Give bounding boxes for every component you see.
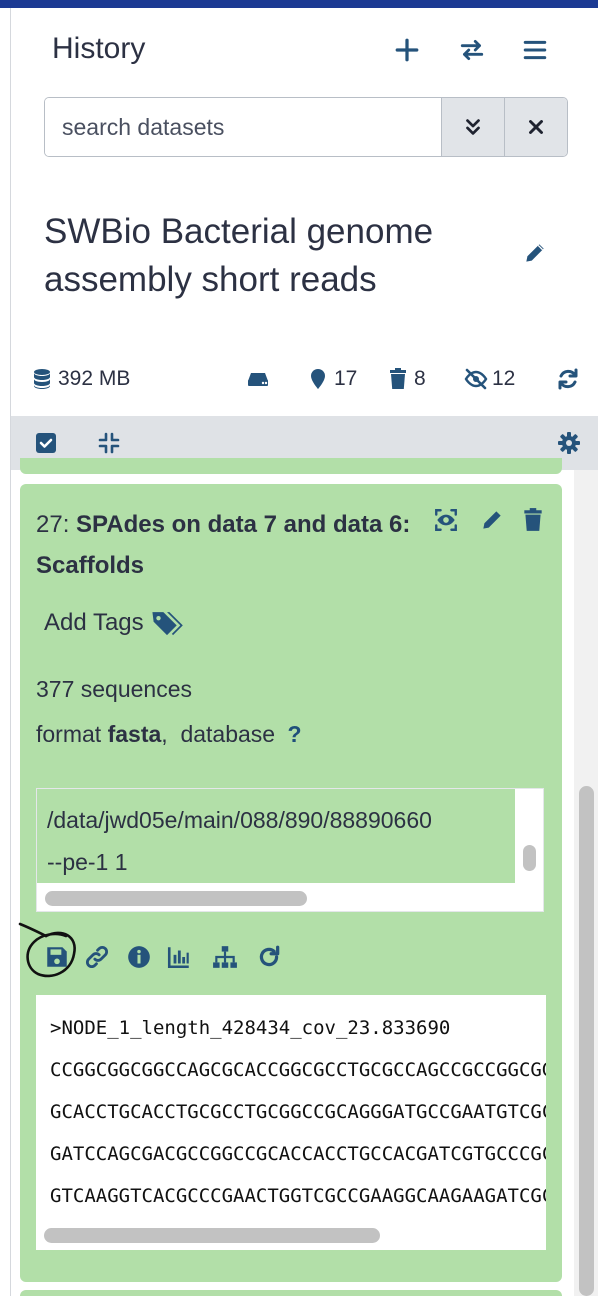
panel-left-border <box>10 8 11 1296</box>
dataset-details-button[interactable] <box>122 940 156 974</box>
storage-dashboard-button[interactable] <box>246 362 274 396</box>
plus-icon <box>395 38 419 62</box>
dataset-sequences: 377 sequences <box>36 676 193 702</box>
bars-icon <box>523 40 547 60</box>
history-stats: 392 MB 17 8 12 <box>30 362 590 396</box>
hdd-icon <box>248 373 268 386</box>
hidden-count-button[interactable]: 12 <box>464 362 515 396</box>
command-line-2: --pe-1 1 <box>47 849 128 875</box>
rerun-job-button[interactable] <box>252 940 286 974</box>
format-label: format <box>36 721 102 747</box>
next-dataset-item[interactable] <box>20 1290 562 1296</box>
database-icon <box>34 369 50 389</box>
exchange-icon <box>460 39 484 61</box>
peek-line: GTCAAGGTCACGCCCGAACTGGTCGCCGAAGGCAAGAAGA… <box>50 1185 546 1207</box>
redo-icon <box>259 945 280 967</box>
save-icon <box>47 947 67 967</box>
history-options-button[interactable] <box>515 30 555 70</box>
pencil-icon <box>526 244 544 262</box>
add-tags-button[interactable]: Add Tags <box>44 608 184 638</box>
peek-horizontal-scrollbar[interactable] <box>44 1228 380 1243</box>
download-dataset-button[interactable] <box>40 940 74 974</box>
history-size-value: 392 MB <box>58 367 131 390</box>
copy-link-button[interactable] <box>80 940 114 974</box>
peek-line: >NODE_1_length_428434_cov_23.833690 <box>50 1017 451 1039</box>
compress-icon <box>98 432 120 454</box>
history-size[interactable]: 392 MB <box>30 362 130 396</box>
peek-line: GCACCTGCACCTGCGCCTGCGGCCGCAGGGATGCCGAATG… <box>50 1101 546 1123</box>
edit-dataset-button[interactable] <box>476 504 508 536</box>
chart-bar-icon <box>167 947 189 969</box>
history-name: SWBio Bacterial genome assembly short re… <box>44 212 434 299</box>
pencil-icon <box>483 511 501 529</box>
search-datasets-input[interactable] <box>45 98 441 156</box>
visualize-button[interactable] <box>162 940 196 974</box>
command-line-1: /data/jwd05e/main/088/890/88890660 <box>47 807 432 833</box>
view-dataset-button[interactable] <box>430 504 462 536</box>
database-label: database <box>180 721 276 747</box>
clear-search-button[interactable] <box>504 98 567 156</box>
delete-dataset-button[interactable] <box>517 504 549 536</box>
peek-line: GATCCAGCGACGCCGGCCGCACCACCTGCCACGATCGTGC… <box>50 1143 546 1165</box>
trash-icon <box>524 508 542 531</box>
dataset-format-database: format fasta, database ? <box>36 721 302 747</box>
command-horizontal-scrollbar[interactable] <box>45 891 307 906</box>
refresh-history-button[interactable] <box>556 362 584 396</box>
link-icon <box>85 945 109 969</box>
dataset-actions-bar <box>40 940 310 974</box>
edit-history-name-button[interactable] <box>518 236 552 270</box>
history-panel-title: History <box>52 32 146 65</box>
peek-line: CCGGCGGCGGCCAGCGCACCGGCGCCTGCGCCAGCCGCCG… <box>50 1059 546 1081</box>
check-square-icon <box>36 433 56 453</box>
map-marker-icon <box>311 369 325 389</box>
deleted-count-button[interactable]: 8 <box>386 362 426 396</box>
cog-icon <box>558 432 580 454</box>
trash-icon <box>390 368 406 389</box>
dataset-item: 27: SPAdes on data 7 and data 6: Scaffol… <box>18 484 562 1282</box>
top-accent-bar <box>0 0 598 8</box>
dataset-command-info: /data/jwd05e/main/088/890/88890660 --pe-… <box>36 788 544 912</box>
command-line-text: /data/jwd05e/main/088/890/88890660 --pe-… <box>47 799 432 883</box>
collapse-items-button[interactable] <box>94 428 124 458</box>
shown-count-button[interactable]: 17 <box>306 362 357 396</box>
dataset-peek: >NODE_1_length_428434_cov_23.833690 CCGG… <box>36 995 546 1250</box>
create-history-button[interactable] <box>387 30 427 70</box>
angle-double-down-icon <box>466 119 480 135</box>
history-list-scrollbar-thumb[interactable] <box>579 786 594 1296</box>
command-vertical-scrollbar[interactable] <box>523 845 536 871</box>
shown-count: 17 <box>334 367 358 390</box>
search-bar <box>44 97 568 157</box>
dataset-hid: 27: <box>36 511 70 538</box>
add-tags-label: Add Tags <box>44 609 144 636</box>
advanced-search-toggle-button[interactable] <box>441 98 504 156</box>
tags-icon <box>152 612 183 636</box>
database-value-link[interactable]: ? <box>287 721 301 747</box>
history-settings-button[interactable] <box>554 428 584 458</box>
sync-icon <box>558 368 578 390</box>
hidden-count: 12 <box>492 367 516 390</box>
command-text-area[interactable]: /data/jwd05e/main/088/890/88890660 --pe-… <box>37 789 515 883</box>
eye-slash-icon <box>464 368 488 390</box>
previous-dataset-item[interactable] <box>20 458 562 474</box>
deleted-count: 8 <box>414 367 426 390</box>
switch-history-button[interactable] <box>452 30 492 70</box>
select-items-button[interactable] <box>31 428 61 458</box>
dataset-name: SPAdes on data 7 and data 6: Scaffolds <box>36 511 411 579</box>
sitemap-icon <box>213 946 237 968</box>
times-icon <box>529 120 543 134</box>
info-circle-icon <box>128 946 150 968</box>
peek-text: >NODE_1_length_428434_cov_23.833690 CCGG… <box>50 1007 546 1217</box>
dataset-map-button[interactable] <box>208 940 242 974</box>
dataset-title[interactable]: 27: SPAdes on data 7 and data 6: Scaffol… <box>36 504 421 586</box>
format-value: fasta <box>107 721 162 747</box>
eye-icon <box>435 509 457 531</box>
